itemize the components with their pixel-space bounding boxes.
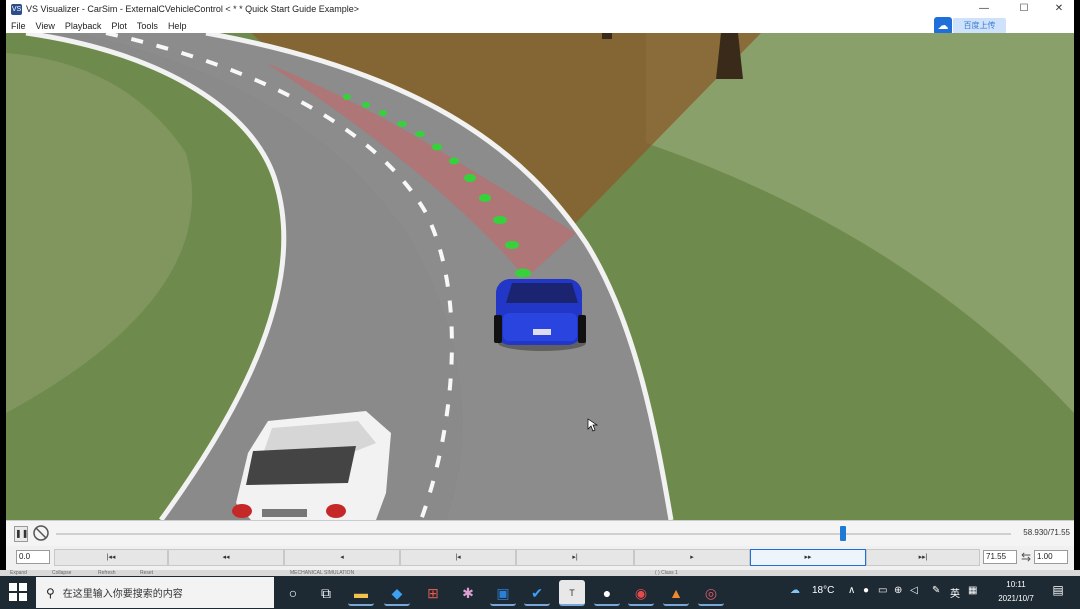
path-marker xyxy=(379,110,387,116)
path-marker xyxy=(362,102,370,108)
path-marker xyxy=(415,131,425,137)
path-marker xyxy=(343,94,351,100)
step-forward-button[interactable]: ▸| xyxy=(516,549,634,566)
speed-field[interactable]: 1.00 xyxy=(1034,550,1068,564)
obs-icon[interactable]: ● xyxy=(594,580,620,606)
taskbar-search-box[interactable]: ⚲ 在这里输入你要搜索的内容 xyxy=(36,577,274,608)
windows-start-icon[interactable] xyxy=(8,582,28,602)
clock-time: 10:11 xyxy=(1006,580,1026,589)
ime-indicator[interactable]: 英 xyxy=(950,585,960,600)
vs-visualizer-window: VS VS Visualizer - CarSim - ExternalCVeh… xyxy=(6,0,1074,570)
play-forward-button[interactable]: ▸ xyxy=(634,549,750,566)
baidu-upload-label: 百度上传 xyxy=(953,18,1006,34)
scene-canvas xyxy=(6,33,1074,520)
no-symbol-icon[interactable] xyxy=(32,524,50,542)
notification-icon[interactable]: ▤ xyxy=(1050,583,1066,599)
vscode-icon[interactable]: ◆ xyxy=(384,580,410,606)
carsim-app-icon: VS xyxy=(11,3,22,15)
close-button[interactable]: ✕ xyxy=(1044,0,1074,18)
clock-date: 2021/10/7 xyxy=(998,594,1034,603)
start-time-field[interactable]: 0.0 xyxy=(16,550,50,564)
path-marker xyxy=(493,216,507,224)
search-placeholder: 在这里输入你要搜索的内容 xyxy=(62,589,183,600)
microphone-icon[interactable]: ● xyxy=(863,585,869,596)
matlab-icon[interactable]: ▲ xyxy=(663,580,689,606)
playback-controls: 0.0 |◂◂ ◂◂ ◂ |◂ ▸| ▸ ▸▸ ▸▸| 71.55 ⇆ 1.00 xyxy=(6,546,1074,570)
display-icon[interactable]: ▭ xyxy=(878,585,887,596)
fast-rewind-button[interactable]: ◂◂ xyxy=(168,549,284,566)
3d-scene-viewport[interactable] xyxy=(6,33,1074,520)
menu-plot[interactable]: Plot xyxy=(111,21,127,31)
python-icon[interactable]: ✱ xyxy=(455,580,481,606)
path-marker xyxy=(432,143,442,151)
jump-to-end-button[interactable]: ▸▸| xyxy=(866,549,980,566)
windows-taskbar: ⚲ 在这里输入你要搜索的内容 ○ ⧉ ▬ ◆ ⊞ ✱ ▣ ✔ T ● ◉ ▲ ◎… xyxy=(0,576,1080,609)
play-reverse-button[interactable]: ◂ xyxy=(284,549,400,566)
taskbar-clock[interactable]: 10:11 2021/10/7 xyxy=(990,578,1042,606)
fast-forward-button[interactable]: ▸▸ xyxy=(750,549,866,566)
jump-to-start-button[interactable]: |◂◂ xyxy=(54,549,168,566)
path-marker xyxy=(464,174,476,182)
file-explorer-icon[interactable]: ▬ xyxy=(348,580,374,606)
window-title: VS Visualizer - CarSim - ExternalCVehicl… xyxy=(26,4,359,14)
menu-playback[interactable]: Playback xyxy=(65,21,102,31)
outlook-icon[interactable]: ▣ xyxy=(490,580,516,606)
maximize-button[interactable]: ☐ xyxy=(1009,0,1039,18)
network-status-icon[interactable]: ⊕ xyxy=(894,585,902,596)
keyboard-icon[interactable]: ▦ xyxy=(968,585,977,596)
cortana-icon[interactable]: ○ xyxy=(280,580,306,606)
pen-icon[interactable]: ✎ xyxy=(932,585,940,596)
tree-trunk-1 xyxy=(602,33,612,39)
weather-temp[interactable]: 18°C xyxy=(812,585,834,596)
path-marker xyxy=(449,157,459,165)
network-icon[interactable]: ⊞ xyxy=(420,580,446,606)
path-marker xyxy=(505,241,519,249)
weather-icon: ☁ xyxy=(790,585,800,596)
path-marker xyxy=(515,268,531,278)
minimize-button[interactable]: — xyxy=(969,0,999,18)
menu-view[interactable]: View xyxy=(36,21,55,31)
menu-bar: File View Playback Plot Tools Help xyxy=(6,18,1074,33)
screen-recorder-icon[interactable]: ◉ xyxy=(628,580,654,606)
tray-chevron-icon[interactable]: ∧ xyxy=(848,585,855,596)
step-back-button[interactable]: |◂ xyxy=(400,549,516,566)
end-time-field[interactable]: 71.55 xyxy=(983,550,1017,564)
task-view-icon[interactable]: ⧉ xyxy=(313,580,339,606)
path-marker xyxy=(479,194,491,202)
time-slider-thumb[interactable] xyxy=(839,526,846,541)
menu-help[interactable]: Help xyxy=(168,21,187,31)
timeline-bar: ❚❚ 58.930/71.55 xyxy=(6,520,1074,546)
typora-icon[interactable]: T xyxy=(559,580,585,606)
scale-icon[interactable]: ◎ xyxy=(698,580,724,606)
time-slider-track[interactable] xyxy=(56,533,1011,535)
menu-file[interactable]: File xyxy=(11,21,26,31)
pause-icon[interactable]: ❚❚ xyxy=(14,526,28,542)
loop-icon[interactable]: ⇆ xyxy=(1018,550,1034,564)
menu-tools[interactable]: Tools xyxy=(137,21,158,31)
search-icon: ⚲ xyxy=(46,585,55,600)
title-bar: VS VS Visualizer - CarSim - ExternalCVeh… xyxy=(6,0,1074,18)
time-readout: 58.930/71.55 xyxy=(1023,528,1070,537)
path-marker xyxy=(397,121,407,127)
ego-vehicle-blue xyxy=(494,279,586,351)
todo-icon[interactable]: ✔ xyxy=(524,580,550,606)
volume-icon[interactable]: ◁ xyxy=(910,585,918,596)
